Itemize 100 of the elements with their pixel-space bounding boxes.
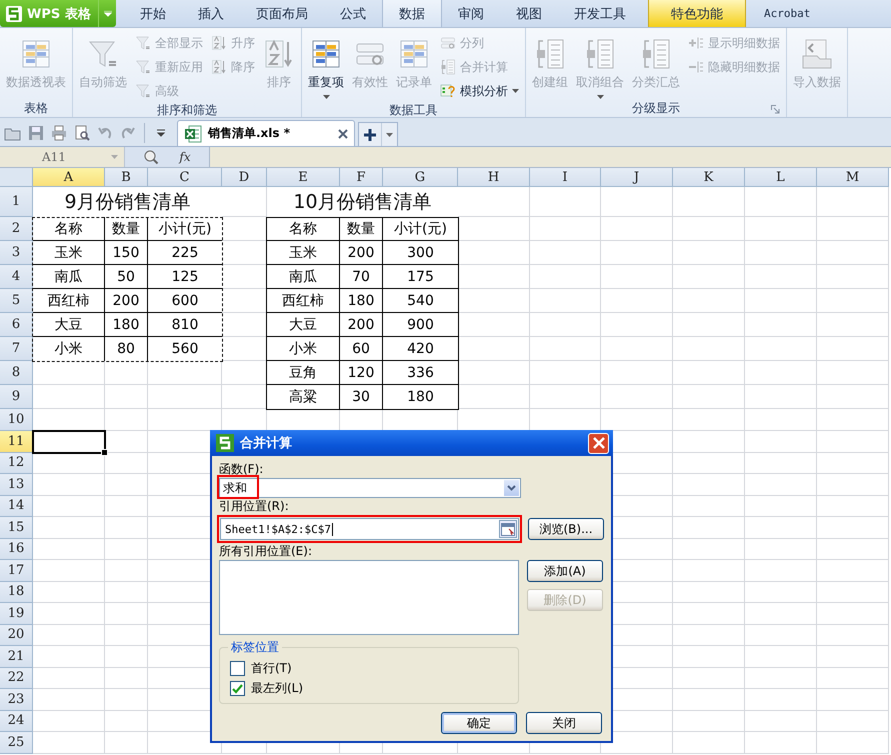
column-header[interactable]: G <box>383 168 458 187</box>
ribbon-tab[interactable]: 页面布局 <box>240 0 324 27</box>
ribbon-tab[interactable]: Acrobat <box>746 0 828 27</box>
sheet-cell[interactable] <box>817 624 889 646</box>
ribbon-button[interactable]: 模拟分析 <box>438 80 521 102</box>
sheet-cell[interactable] <box>601 289 673 313</box>
sheet-cell[interactable] <box>745 385 817 409</box>
sheet-cell[interactable] <box>673 603 745 624</box>
close-tab-button[interactable] <box>338 128 348 138</box>
sheet-cell[interactable] <box>817 313 889 337</box>
column-header[interactable]: E <box>267 168 340 187</box>
sheet-cell[interactable] <box>601 241 673 265</box>
sheet-cell[interactable] <box>745 265 817 289</box>
column-header[interactable]: D <box>222 168 267 187</box>
ribbon-tab[interactable]: 开发工具 <box>558 0 642 27</box>
sheet-cell[interactable] <box>673 582 745 603</box>
column-header[interactable]: A <box>33 168 105 187</box>
sheet-cell[interactable] <box>673 710 745 732</box>
sheet-cell[interactable] <box>530 337 601 361</box>
column-header[interactable]: H <box>458 168 530 187</box>
row-header[interactable]: 23 <box>0 689 33 710</box>
sheet-cell[interactable] <box>745 187 817 217</box>
sheet-cell[interactable] <box>673 560 745 582</box>
reference-list[interactable] <box>219 560 519 635</box>
row-header[interactable]: 3 <box>0 241 33 265</box>
sheet-cell[interactable] <box>745 732 817 754</box>
sheet-cell[interactable] <box>33 646 105 668</box>
function-select[interactable]: 求和 <box>219 478 521 498</box>
row-header[interactable]: 7 <box>0 337 33 361</box>
ribbon-tab[interactable]: 开始 <box>124 0 182 27</box>
column-header[interactable]: I <box>530 168 601 187</box>
sheet-cell[interactable] <box>673 187 745 217</box>
sheet-cell[interactable] <box>601 265 673 289</box>
sheet-cell[interactable] <box>673 624 745 646</box>
sheet-cell[interactable] <box>105 689 148 710</box>
row-header[interactable]: 24 <box>0 710 33 732</box>
sheet-cell[interactable] <box>530 241 601 265</box>
sheet-cell[interactable] <box>745 313 817 337</box>
select-all-corner[interactable] <box>0 168 33 187</box>
row-header[interactable]: 20 <box>0 624 33 646</box>
sheet-cell[interactable] <box>673 289 745 313</box>
sheet-cell[interactable] <box>673 668 745 689</box>
sheet-cell[interactable] <box>745 689 817 710</box>
sheet-cell[interactable] <box>817 217 889 241</box>
column-header[interactable]: M <box>817 168 889 187</box>
column-header[interactable]: J <box>601 168 673 187</box>
sheet-cell[interactable] <box>33 582 105 603</box>
sheet-cell[interactable] <box>601 313 673 337</box>
column-header[interactable]: B <box>105 168 148 187</box>
sheet-cell[interactable] <box>817 689 889 710</box>
row-header[interactable]: 6 <box>0 313 33 337</box>
reference-field[interactable]: Sheet1!$A$2:$C$7 <box>220 518 519 540</box>
checkbox[interactable] <box>230 681 245 696</box>
sheet-cell[interactable] <box>33 538 105 560</box>
sheet-cell[interactable] <box>817 409 889 431</box>
row-header[interactable]: 10 <box>0 409 33 431</box>
sheet-cell[interactable] <box>817 538 889 560</box>
ribbon-button[interactable]: 重复项 <box>306 32 346 102</box>
sheet-cell[interactable] <box>817 582 889 603</box>
sheet-cell[interactable] <box>673 452 745 474</box>
sheet-cell[interactable] <box>817 265 889 289</box>
sheet-cell[interactable] <box>673 265 745 289</box>
sheet-cell[interactable] <box>745 431 817 452</box>
active-cell[interactable] <box>32 430 106 454</box>
checkbox[interactable] <box>230 661 245 676</box>
launcher-icon[interactable] <box>771 105 780 114</box>
sheet-cell[interactable] <box>105 646 148 668</box>
row-header[interactable]: 11 <box>0 431 33 452</box>
column-header[interactable]: L <box>745 168 817 187</box>
sheet-cell[interactable] <box>530 187 601 217</box>
sheet-cell[interactable] <box>817 603 889 624</box>
sheet-cell[interactable] <box>33 385 105 409</box>
sheet-cell[interactable] <box>530 361 601 385</box>
sheet-cell[interactable] <box>105 710 148 732</box>
row-header[interactable]: 17 <box>0 560 33 582</box>
sheet-cell[interactable] <box>745 517 817 538</box>
sheet-cell[interactable] <box>105 385 148 409</box>
sheet-cell[interactable] <box>673 361 745 385</box>
browse-button[interactable]: 浏览(B)... <box>528 518 604 540</box>
sheet-cell[interactable] <box>105 582 148 603</box>
ribbon-tab[interactable]: 视图 <box>500 0 558 27</box>
sheet-cell[interactable] <box>530 385 601 409</box>
sheet-cell[interactable] <box>673 689 745 710</box>
sheet-cell[interactable] <box>673 313 745 337</box>
sheet-cell[interactable] <box>817 668 889 689</box>
sheet-cell[interactable] <box>105 668 148 689</box>
row-header[interactable]: 9 <box>0 385 33 409</box>
sheet-cell[interactable] <box>817 646 889 668</box>
sheet-cell[interactable] <box>673 385 745 409</box>
column-header[interactable]: C <box>148 168 222 187</box>
sheet-cell[interactable] <box>530 217 601 241</box>
sheet-cell[interactable] <box>105 624 148 646</box>
sheet-cell[interactable] <box>105 409 148 431</box>
row-header[interactable]: 18 <box>0 582 33 603</box>
row-header[interactable]: 14 <box>0 496 33 517</box>
sheet-cell[interactable] <box>673 241 745 265</box>
app-menu-dropdown[interactable] <box>98 0 116 27</box>
row-header[interactable]: 1 <box>0 187 33 217</box>
sheet-cell[interactable] <box>745 710 817 732</box>
sheet-cell[interactable] <box>33 603 105 624</box>
